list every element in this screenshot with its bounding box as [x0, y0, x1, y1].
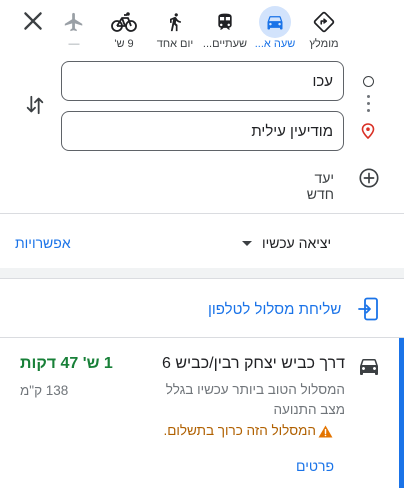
- send-to-phone-link[interactable]: שליחת מסלול לטלפון: [208, 301, 341, 318]
- route-dots-icon: [367, 95, 370, 115]
- mode-flight[interactable]: —: [47, 2, 101, 54]
- options-link[interactable]: אפשרויות: [15, 235, 71, 251]
- destination-input[interactable]: מודיעין עילית: [61, 111, 344, 151]
- car-icon: [259, 6, 291, 38]
- diamond-directions-icon: [308, 6, 340, 38]
- route-distance: 138 ק"מ: [20, 383, 69, 398]
- walk-icon: [159, 6, 191, 38]
- chevron-down-icon[interactable]: [242, 241, 252, 246]
- mode-driving[interactable]: שעה א...: [248, 2, 302, 54]
- route-description: המסלול הטוב ביותר עכשיו בגלל מצב התנועה: [165, 382, 345, 417]
- mode-flight-label: —: [68, 38, 80, 50]
- depart-time-dropdown[interactable]: יציאה עכשיו: [262, 235, 331, 251]
- mode-transit[interactable]: שעתיים...: [198, 2, 252, 54]
- mode-walking[interactable]: יום אחד: [148, 2, 202, 54]
- mode-driving-label: שעה א...: [254, 38, 296, 50]
- route-details-link[interactable]: פרטים: [296, 458, 334, 474]
- mode-walking-label: יום אחד: [156, 38, 194, 50]
- divider: [0, 278, 404, 279]
- origin-circle-icon: [363, 76, 374, 87]
- send-to-phone-icon[interactable]: [358, 297, 380, 321]
- swap-icon[interactable]: [24, 94, 46, 116]
- divider: [0, 213, 404, 214]
- toll-warning: המסלול הזה כרוך בתשלום.: [163, 423, 316, 438]
- mode-recommended-label: מומלץ: [309, 38, 339, 50]
- add-destination-label[interactable]: יעד חדש: [290, 170, 334, 202]
- bicycle-icon: [108, 6, 140, 38]
- route-title: דרך כביש יצחק רבין/כביש 6: [161, 355, 345, 372]
- origin-input[interactable]: עכו: [61, 61, 344, 101]
- add-destination-icon[interactable]: [358, 167, 380, 189]
- section-separator: [0, 268, 404, 278]
- airplane-icon: [58, 6, 90, 38]
- selected-route-indicator: [399, 338, 404, 488]
- travel-mode-bar: — 9 ש' יום אחד שעתיים... שעה א... מומלץ: [0, 0, 404, 58]
- mode-transit-label: שעתיים...: [202, 38, 248, 50]
- close-icon[interactable]: [20, 8, 46, 34]
- mode-recommended[interactable]: מומלץ: [297, 2, 351, 54]
- mode-cycling-label: 9 ש': [114, 38, 134, 50]
- destination-pin-icon: [361, 123, 375, 139]
- warning-icon: [318, 425, 333, 438]
- car-icon: [360, 359, 378, 375]
- mode-cycling[interactable]: 9 ש': [97, 2, 151, 54]
- route-duration: 1 ש' 47 דקות: [20, 355, 113, 372]
- train-icon: [209, 6, 241, 38]
